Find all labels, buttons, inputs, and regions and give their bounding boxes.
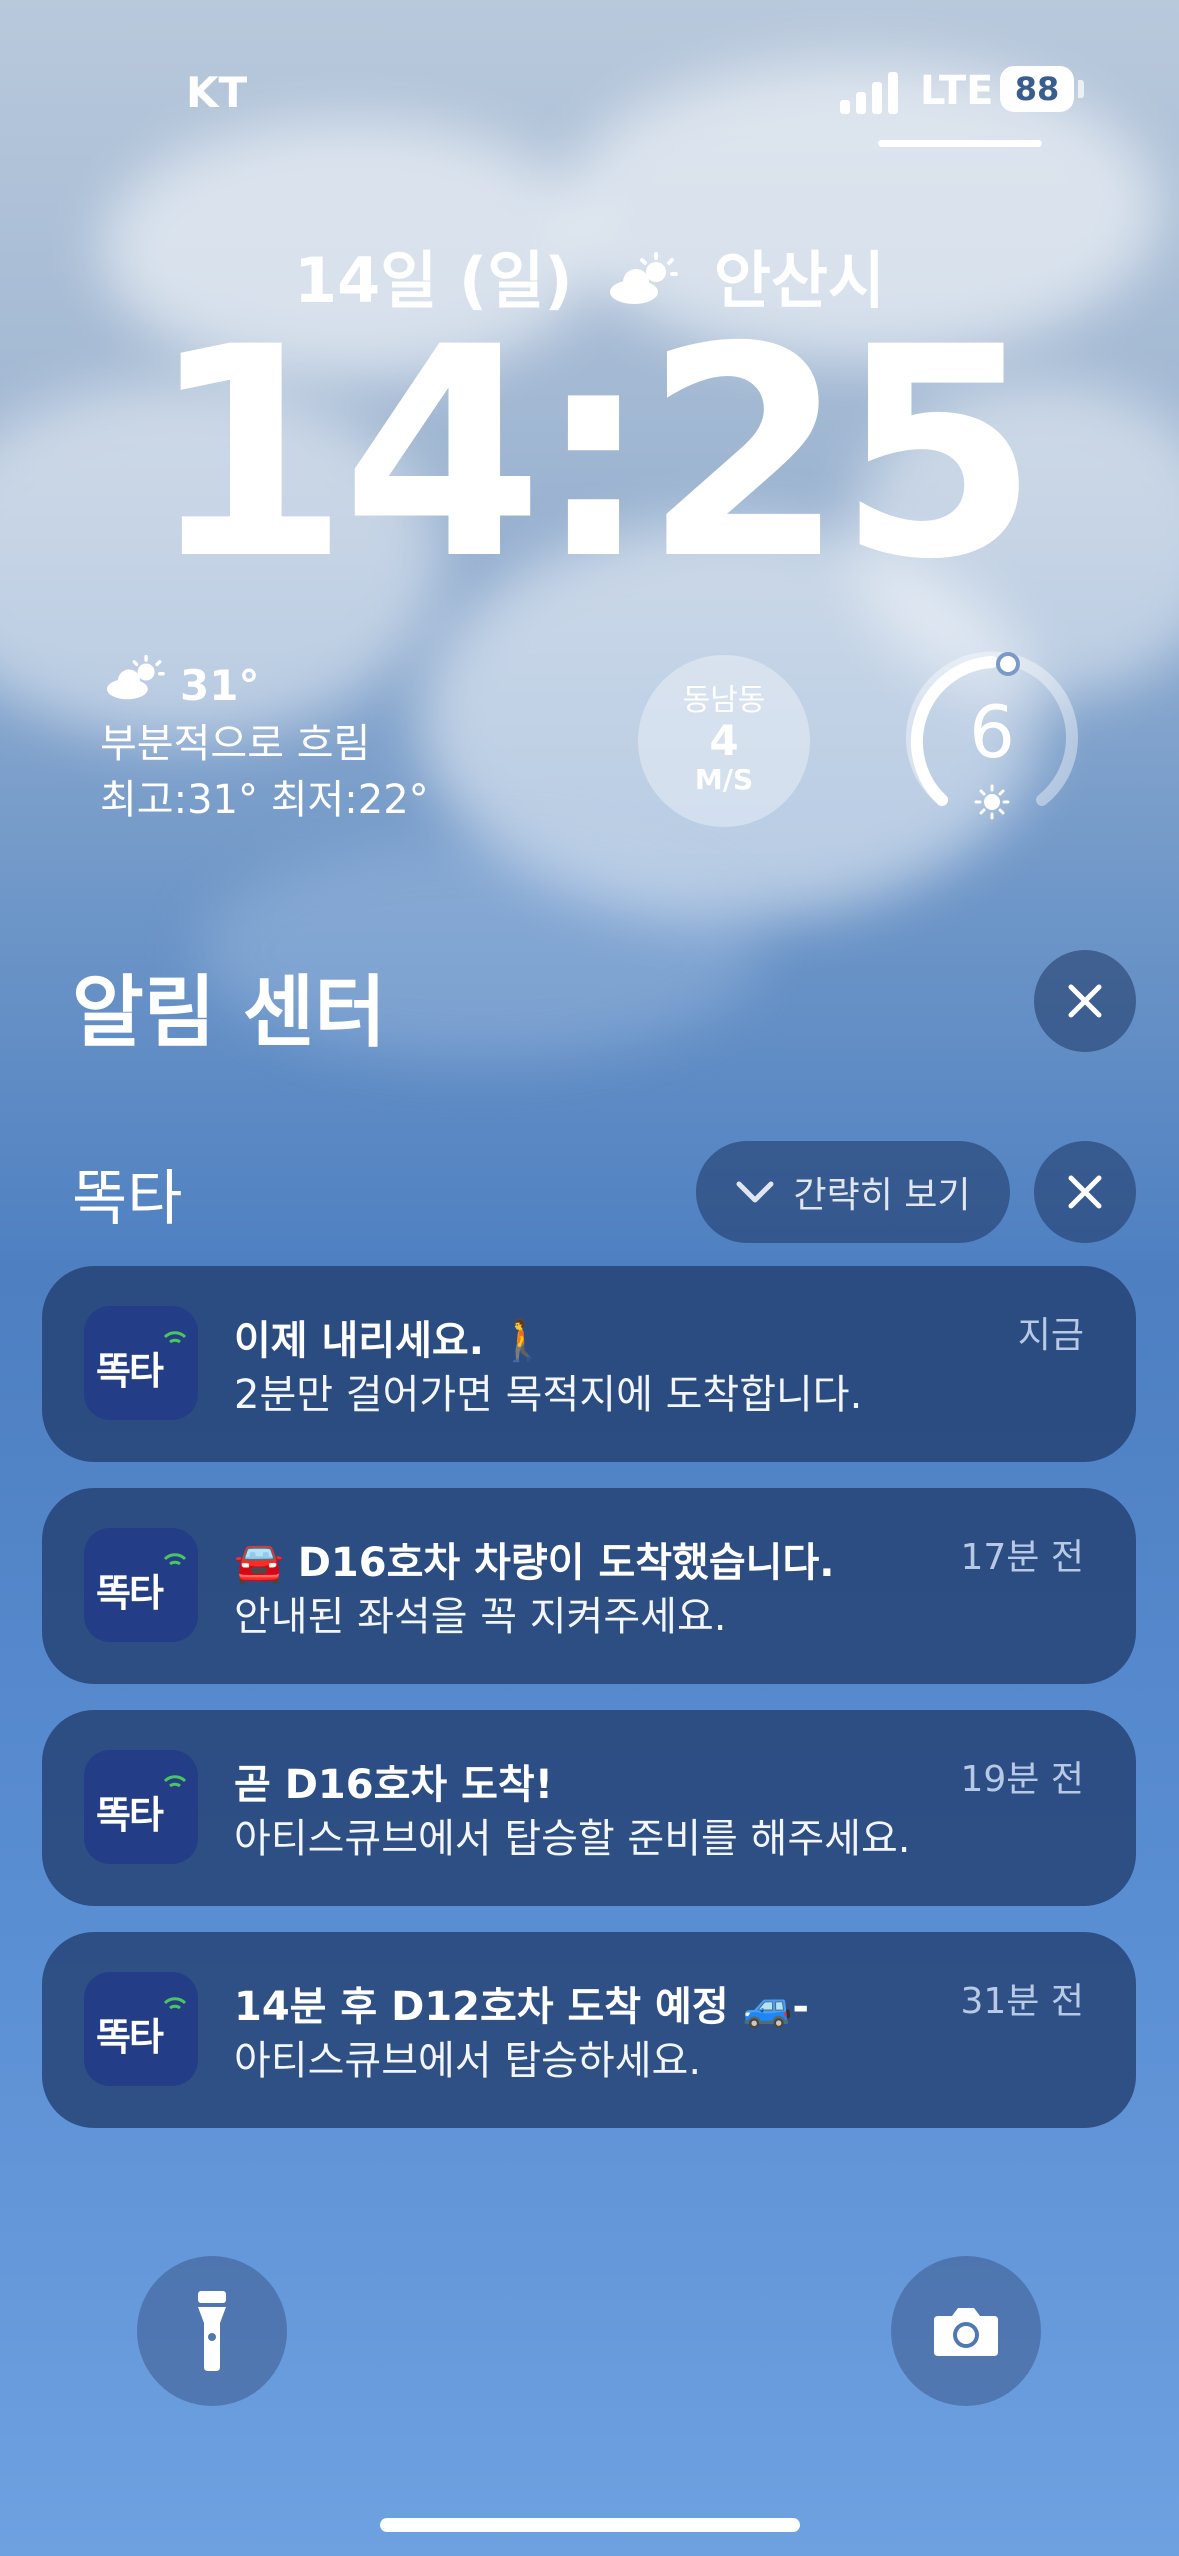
uv-index-widget[interactable]: 6 xyxy=(900,650,1084,834)
notification-body: 아티스큐브에서 탑승하세요. xyxy=(234,2038,702,2084)
notification-time: 17분 전 xyxy=(960,1537,1085,1578)
ttokta-app-icon: 똑타 xyxy=(84,1528,198,1642)
notification-body: 2분만 걸어가면 목적지에 도착합니다. xyxy=(234,1372,863,1418)
notification-time: 31분 전 xyxy=(960,1981,1085,2022)
notification-time: 지금 xyxy=(1017,1315,1084,1356)
status-bar: KT LTE 88 xyxy=(0,60,1179,120)
ttokta-app-icon: 똑타 xyxy=(84,1972,198,2086)
lock-clock: 14:25 xyxy=(147,286,1039,623)
chevron-down-icon xyxy=(736,1181,774,1203)
carrier-name: KT xyxy=(186,68,248,117)
close-icon xyxy=(1068,1175,1102,1209)
close-icon xyxy=(1068,984,1102,1018)
flashlight-icon xyxy=(198,2291,226,2371)
weather-range: 최고:31° 최저:22° xyxy=(100,777,429,823)
wind-speed: 4 xyxy=(709,716,739,765)
wind-direction: 동남동 xyxy=(682,683,766,718)
notification-card[interactable]: 똑타 🚘 D16호차 차량이 도착했습니다. 안내된 좌석을 꼭 지켜주세요. … xyxy=(42,1488,1136,1684)
sun-icon xyxy=(974,784,1010,820)
notification-title: 🚘 D16호차 차량이 도착했습니다. xyxy=(234,1540,835,1586)
wind-widget[interactable]: 동남동 4 M/S xyxy=(638,655,810,827)
show-less-button[interactable]: 간략히 보기 xyxy=(696,1141,1010,1243)
battery-indicator: 88 xyxy=(1000,66,1074,112)
app-group-title: 똑타 xyxy=(72,1164,183,1234)
flashlight-button[interactable] xyxy=(137,2256,287,2406)
weather-widget[interactable]: 31° 부분적으로 흐림 최고:31° 최저:22° xyxy=(100,655,429,828)
ttokta-app-icon: 똑타 xyxy=(84,1306,198,1420)
wind-unit: M/S xyxy=(694,763,754,796)
notification-title: 이제 내리세요. 🚶 xyxy=(234,1318,548,1364)
signal-strength-icon xyxy=(840,70,900,114)
uv-index-value: 6 xyxy=(969,690,1015,774)
show-less-label: 간략히 보기 xyxy=(793,1175,971,1216)
weather-condition: 부분적으로 흐림 xyxy=(100,721,371,767)
network-type: LTE xyxy=(920,68,994,114)
ttokta-app-icon: 똑타 xyxy=(84,1750,198,1864)
notification-time: 19분 전 xyxy=(960,1759,1085,1800)
notification-card[interactable]: 똑타 14분 후 D12호차 도착 예정 🚙- 아티스큐브에서 탑승하세요. 3… xyxy=(42,1932,1136,2128)
notification-center-title: 알림 센터 xyxy=(72,968,387,1058)
camera-button[interactable] xyxy=(891,2256,1041,2406)
notification-body: 아티스큐브에서 탑승할 준비를 해주세요. xyxy=(234,1816,911,1862)
camera-icon xyxy=(934,2308,998,2356)
clear-all-button[interactable] xyxy=(1034,950,1136,1052)
notification-body: 안내된 좌석을 꼭 지켜주세요. xyxy=(234,1594,727,1640)
clear-group-button[interactable] xyxy=(1034,1141,1136,1243)
battery-tip xyxy=(1078,80,1084,98)
partly-cloudy-sun-icon xyxy=(100,655,170,716)
status-underline xyxy=(878,140,1042,147)
weather-temp: 31° xyxy=(180,660,260,710)
home-indicator[interactable] xyxy=(380,2518,800,2532)
notification-card[interactable]: 똑타 이제 내리세요. 🚶 2분만 걸어가면 목적지에 도착합니다. 지금 xyxy=(42,1266,1136,1462)
notification-card[interactable]: 똑타 곧 D16호차 도착! 아티스큐브에서 탑승할 준비를 해주세요. 19분… xyxy=(42,1710,1136,1906)
notification-title: 곧 D16호차 도착! xyxy=(234,1762,553,1808)
notification-title: 14분 후 D12호차 도착 예정 🚙- xyxy=(234,1984,809,2030)
